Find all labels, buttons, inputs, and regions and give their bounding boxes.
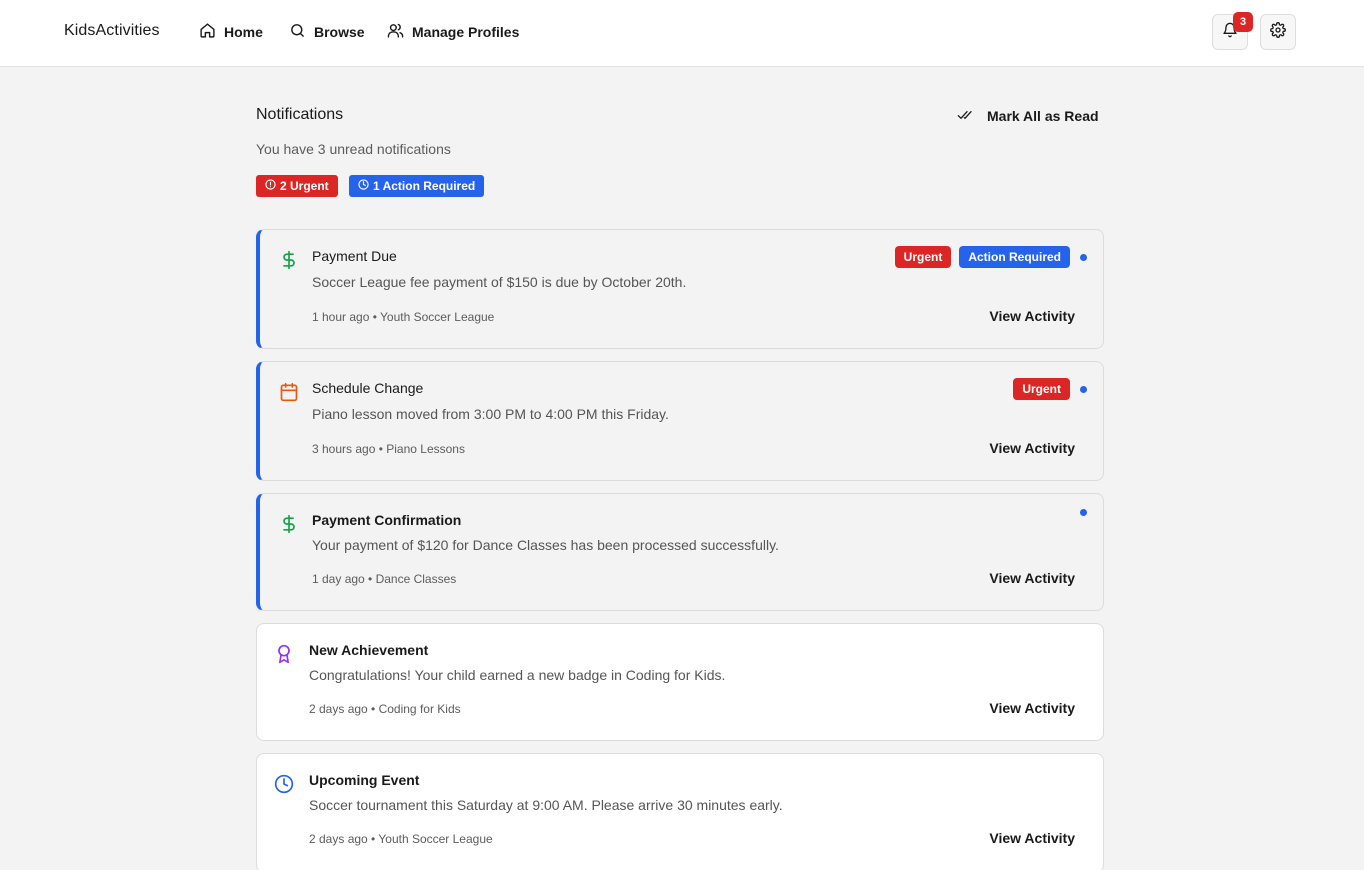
notification-meta: 2 days ago • Coding for Kids (309, 702, 461, 716)
view-activity-link[interactable]: View Activity (989, 308, 1075, 324)
page-title: Notifications (256, 106, 344, 123)
notification-title: Payment Confirmation (312, 512, 462, 528)
calendar-icon (279, 382, 299, 402)
notification-message: Piano lesson moved from 3:00 PM to 4:00 … (312, 406, 669, 422)
notification-meta: 1 day ago • Dance Classes (312, 572, 457, 586)
notification-title: Payment Due (312, 248, 397, 264)
urgent-count-label: 2 Urgent (280, 179, 329, 193)
view-activity-link[interactable]: View Activity (989, 700, 1075, 716)
gear-icon (1270, 21, 1286, 43)
unread-dot (1080, 253, 1087, 261)
nav-home-label: Home (224, 24, 263, 40)
dollar-icon (279, 514, 299, 534)
top-navbar: KidsActivities Home Browse Manage Profil… (0, 0, 1364, 67)
notification-badges: Urgent Action Required (894, 246, 1087, 268)
nav-home[interactable]: Home (199, 21, 263, 43)
mark-all-read-label: Mark All as Read (987, 108, 1099, 124)
award-icon (274, 644, 294, 664)
clock-icon (358, 179, 369, 193)
home-icon (199, 22, 216, 42)
notification-message: Your payment of $120 for Dance Classes h… (312, 537, 779, 553)
notification-count-badge: 3 (1233, 12, 1253, 32)
unread-summary: You have 3 unread notifications (256, 141, 451, 157)
search-icon (289, 22, 306, 42)
action-required-label: 1 Action Required (373, 179, 476, 193)
nav-manage-profiles-label: Manage Profiles (412, 24, 520, 40)
mark-all-read-button[interactable]: Mark All as Read (957, 106, 1099, 126)
view-activity-link[interactable]: View Activity (989, 440, 1075, 456)
notification-card[interactable]: Payment Due Soccer League fee payment of… (256, 229, 1104, 349)
clock-icon (274, 774, 294, 794)
check-check-icon (957, 107, 973, 126)
users-icon (387, 22, 404, 42)
notification-title: Schedule Change (312, 380, 424, 396)
urgent-badge: Urgent (894, 246, 952, 268)
unread-dot (1080, 509, 1087, 516)
notification-meta: 1 hour ago • Youth Soccer League (312, 310, 495, 324)
nav-manage-profiles[interactable]: Manage Profiles (387, 21, 519, 43)
action-required-badge: Action Required (959, 246, 1070, 268)
nav-browse[interactable]: Browse (289, 21, 365, 43)
notifications-button[interactable]: 3 (1212, 12, 1253, 50)
urgent-badge: Urgent (1013, 378, 1070, 400)
notification-card[interactable]: Upcoming Event Soccer tournament this Sa… (256, 753, 1104, 870)
notification-card[interactable]: Schedule Change Piano lesson moved from … (256, 361, 1104, 481)
unread-dot (1080, 385, 1087, 393)
settings-button[interactable] (1260, 14, 1296, 50)
view-activity-link[interactable]: View Activity (989, 570, 1075, 586)
notification-message: Soccer League fee payment of $150 is due… (312, 274, 687, 290)
notification-badges (1078, 509, 1087, 516)
notification-title: New Achievement (309, 642, 429, 658)
nav-browse-label: Browse (314, 24, 365, 40)
notification-card[interactable]: New Achievement Congratulations! Your ch… (256, 623, 1104, 741)
alert-circle-icon (265, 179, 276, 193)
dollar-icon (279, 250, 299, 270)
notification-title: Upcoming Event (309, 772, 420, 788)
notification-message: Congratulations! Your child earned a new… (309, 667, 726, 683)
view-activity-link[interactable]: View Activity (989, 830, 1075, 846)
app-logo[interactable]: KidsActivities (64, 22, 160, 40)
notification-card[interactable]: Payment Confirmation Your payment of $12… (256, 493, 1104, 611)
action-required-pill[interactable]: 1 Action Required (349, 175, 485, 197)
urgent-count-pill[interactable]: 2 Urgent (256, 175, 338, 197)
notification-meta: 3 hours ago • Piano Lessons (312, 442, 465, 456)
notification-message: Soccer tournament this Saturday at 9:00 … (309, 797, 783, 813)
notification-badges: Urgent (1013, 378, 1087, 400)
notification-meta: 2 days ago • Youth Soccer League (309, 832, 493, 846)
